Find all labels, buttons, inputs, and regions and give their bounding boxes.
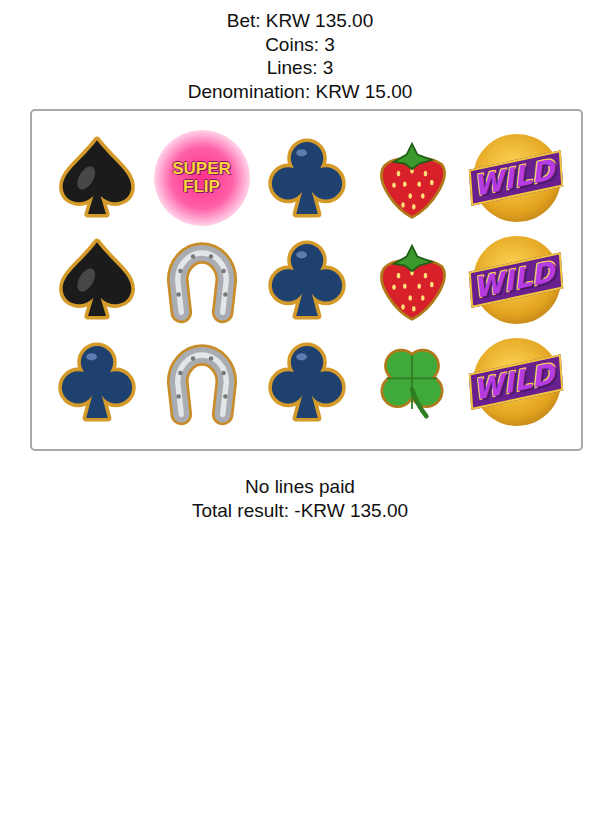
reel-cell [359, 331, 464, 433]
reel-cell [149, 229, 254, 331]
reel-cell [44, 127, 149, 229]
total-result: Total result: -KRW 135.00 [192, 499, 408, 523]
coins-label: Coins: 3 [265, 33, 335, 57]
spade-icon [52, 133, 142, 223]
club-icon [262, 235, 352, 325]
reel-cell [254, 331, 359, 433]
reel-cell [254, 127, 359, 229]
horseshoe-icon [157, 235, 247, 325]
reel-cell [149, 331, 254, 433]
club-icon [262, 337, 352, 427]
super-flip-label: SUPER FLIP [167, 160, 237, 196]
bet-label: Bet: KRW 135.00 [227, 9, 373, 33]
wild-label: WILD [469, 150, 564, 206]
strawberry-icon [367, 235, 457, 325]
bet-summary: Bet: KRW 135.00Coins: 3Lines: 3Denominat… [0, 0, 600, 103]
reel-cell [44, 331, 149, 433]
spade-icon [52, 235, 142, 325]
reel-cell [254, 229, 359, 331]
horseshoe-icon [157, 337, 247, 427]
reel-cell: WILD [464, 331, 569, 433]
denomination-label: Denomination: KRW 15.00 [188, 80, 413, 104]
reel-cell [359, 229, 464, 331]
wild-icon: WILD [473, 338, 561, 426]
super-flip-icon: SUPER FLIP [154, 130, 250, 226]
club-icon [52, 337, 142, 427]
wild-label: WILD [469, 354, 564, 410]
club-icon [262, 133, 352, 223]
wild-icon: WILD [473, 134, 561, 222]
reel-cell: SUPER FLIP [149, 127, 254, 229]
reel-cell [44, 229, 149, 331]
clover-icon [367, 337, 457, 427]
reel-grid: SUPER FLIPWILDWILDWILD [44, 127, 569, 433]
result-message: No lines paid [245, 475, 355, 499]
reel-cell: WILD [464, 127, 569, 229]
lines-label: Lines: 3 [267, 56, 334, 80]
wild-label: WILD [469, 252, 564, 308]
reel-window: SUPER FLIPWILDWILDWILD [30, 109, 583, 451]
strawberry-icon [367, 133, 457, 223]
wild-icon: WILD [473, 236, 561, 324]
reel-cell [359, 127, 464, 229]
reel-cell: WILD [464, 229, 569, 331]
result-summary: No lines paidTotal result: -KRW 135.00 [0, 475, 600, 522]
